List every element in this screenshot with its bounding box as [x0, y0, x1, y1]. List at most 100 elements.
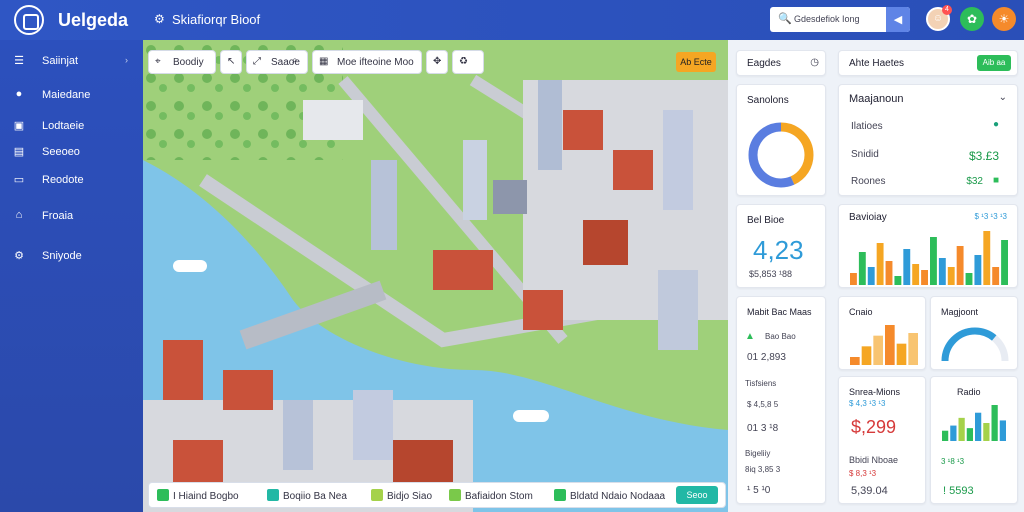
list-icon: ☰	[14, 55, 24, 67]
settings-icon[interactable]: ⚙	[154, 12, 165, 26]
maintenance-card: Maajanoun ⌄ Ilatioes ● Snidid $3.£3 Roon…	[838, 84, 1018, 196]
clock-icon[interactable]: ◷	[810, 57, 819, 68]
kpi-card: Bel Bioe 4,23 $5,853 ¹88	[736, 204, 826, 288]
stat-card-2: Radio 3 ¹8 ¹3 ! 5593	[930, 376, 1018, 504]
maintenance-row-value: $32	[966, 176, 983, 187]
stat-value: 5,39.04	[851, 485, 888, 497]
sidebar-item-6[interactable]: ⚙ Sniyode	[12, 245, 134, 269]
city-map[interactable]	[143, 40, 728, 512]
mini-row-value: $ 4,5,8 5	[747, 400, 779, 409]
sidebar-item-1[interactable]: ● Maiedane	[12, 84, 134, 108]
bar	[867, 267, 875, 285]
bar	[903, 249, 911, 285]
toolbar-item-5[interactable]: ✥	[426, 50, 448, 74]
bar	[894, 276, 902, 285]
bar	[873, 335, 883, 365]
toolbar-item-6[interactable]: ♻	[452, 50, 484, 74]
bottom-item-4[interactable]: Bldatd Ndaio Nodaaa	[554, 489, 665, 502]
mini-row-label: Bigeliiy	[745, 449, 771, 458]
mini-list-card: Mabit Bac Maas ▲ Bao Bao 01 2,893 Tisfsi…	[736, 296, 826, 504]
help-button[interactable]: ☀	[992, 7, 1016, 31]
bar-title: Bavioiay	[849, 212, 887, 223]
square-icon	[371, 489, 383, 501]
mini-row-value: 01 3 ¹8	[747, 423, 779, 434]
bar	[912, 264, 920, 285]
check-icon: ●	[992, 119, 999, 130]
square-icon	[157, 489, 169, 501]
mini-row-label: Tisfsiens	[745, 379, 777, 388]
toolbar-item-0[interactable]: ⌖ Boodiy	[148, 50, 216, 74]
square-icon	[554, 489, 566, 501]
bottom-item-3[interactable]: Bafiaidon Stom	[449, 489, 533, 502]
mini-row-value: ¹ 5 ¹0	[747, 485, 771, 496]
bar	[950, 425, 957, 441]
chevron-down-icon[interactable]: ⌄	[999, 92, 1007, 103]
stat-card-0: Snrea-Mions $ 4,3 ¹3 ¹3 $,299 Bbidi Nboa…	[838, 376, 926, 504]
bar	[947, 267, 955, 285]
sidebar-item-3[interactable]: ▤ Seeoeo	[12, 141, 134, 165]
sidebar-item-4[interactable]: ▭ Reodote	[12, 169, 134, 193]
toolbar-label: Moe ifteoine Moo	[337, 57, 414, 68]
toolbar-item-1[interactable]: ↖	[220, 50, 242, 74]
toolbar-item-4[interactable]: ▦ Moe ifteoine Moo	[312, 50, 422, 74]
bottom-item-0[interactable]: I Hiaind Bogbo	[157, 489, 239, 502]
bottom-action-button[interactable]: Seoo	[676, 486, 718, 504]
sidebar-item-label: Seeoeo	[42, 146, 80, 158]
book-icon: ▣	[13, 120, 25, 132]
kpi-value: 4,23	[753, 235, 804, 265]
chart4-title: Radio	[957, 387, 981, 397]
bottom-label: Bafiaidon Stom	[465, 491, 533, 502]
triangle-icon: ▲	[745, 331, 755, 342]
toolbar-action-button[interactable]: Ab Ecte	[676, 52, 716, 72]
chart-card-2: Cnaio	[838, 296, 926, 370]
bottom-item-2[interactable]: Bidjo Siao	[371, 489, 432, 502]
bar-chart	[850, 231, 1008, 285]
square-icon	[267, 489, 279, 501]
bar	[965, 273, 973, 285]
map-canvas[interactable]	[143, 40, 728, 512]
panel-header-left: Eagdes ◷	[736, 50, 826, 76]
recycle-icon: ♻	[459, 56, 468, 67]
bar	[885, 325, 895, 365]
chart-card-3: Magjoont	[930, 296, 1018, 370]
sidebar-item-5[interactable]: ⌂ Froaia	[12, 205, 134, 229]
maintenance-row-label: Snidid	[851, 149, 879, 160]
toolbar-item-2[interactable]: ⤢ Saaoe	[246, 50, 308, 74]
buildings-icon: ⌂	[15, 209, 23, 221]
toolbar-label: Boodiy	[173, 57, 204, 68]
kpi-sub: $5,853 ¹88	[749, 269, 793, 279]
move-icon: ✥	[433, 56, 442, 67]
leaf-button[interactable]: ✿	[960, 7, 984, 31]
bar	[908, 333, 918, 365]
stat-sub: 3 ¹8 ¹3	[941, 457, 965, 466]
sidebar-item-label: Saiinjat	[42, 55, 79, 67]
chevron-icon: ›	[125, 55, 128, 65]
mini-list-title: Mabit Bac Maas	[747, 307, 812, 317]
kpi-title: Bel Bioe	[747, 215, 785, 226]
sidebar-item-0[interactable]: ☰ Saiinjat ›	[12, 50, 134, 74]
bar	[850, 357, 860, 365]
sidebar-item-2[interactable]: ▣ Lodtaeie	[12, 115, 134, 139]
search-placeholder: Gdesdefiok Iong	[794, 14, 860, 24]
maintenance-row-value: $3.£3	[968, 149, 999, 163]
bar	[858, 252, 866, 285]
maintenance-row-label: Ilatioes	[851, 121, 883, 132]
bar	[975, 412, 982, 441]
bar	[921, 270, 928, 285]
bar-sub: $ ¹3 ¹3 ¹3	[974, 212, 1007, 221]
bar	[876, 243, 884, 285]
stat-value: $,299	[851, 417, 897, 437]
bar	[956, 246, 964, 285]
gear-icon: ⚙	[14, 250, 24, 262]
panel-right-button[interactable]: Aib aa	[977, 55, 1011, 71]
bottom-label: Bldatd Ndaio Nodaaa	[570, 491, 666, 502]
search-button[interactable]: ◀	[886, 7, 910, 32]
map-bottom-bar: I Hiaind Bogbo Boqiio Ba Nea Bidjo Siao …	[148, 482, 726, 508]
bar	[983, 231, 991, 285]
status-icon: ■	[992, 175, 999, 186]
mini-row-label: Bao Bao	[765, 332, 796, 341]
bottom-item-1[interactable]: Boqiio Ba Nea	[267, 489, 347, 502]
sidebar-item-label: Reodote	[42, 174, 84, 186]
search-box[interactable]: 🔍 Gdesdefiok Iong ◀	[770, 7, 910, 32]
location-icon: ⌖	[155, 56, 161, 67]
